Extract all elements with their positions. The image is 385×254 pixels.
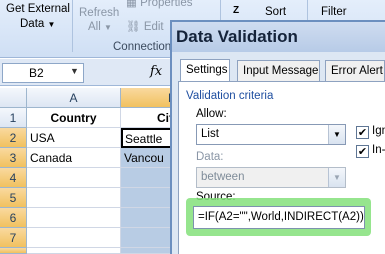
connections-group-label: Connection bbox=[113, 41, 172, 53]
data-label: Data: bbox=[196, 151, 224, 163]
filter-button[interactable]: Filter bbox=[321, 6, 347, 18]
source-input[interactable]: =IF(A2="",World,INDIRECT(A2)) bbox=[193, 206, 365, 229]
row-header-3[interactable]: 3 bbox=[0, 148, 27, 168]
dialog-title[interactable]: Data Validation bbox=[172, 22, 385, 52]
insert-function-button[interactable]: fx bbox=[150, 64, 162, 79]
cell-a2[interactable]: USA bbox=[27, 128, 121, 148]
allow-select[interactable]: List ▼ bbox=[196, 124, 346, 145]
properties-button[interactable]: ▦ Properties bbox=[126, 0, 193, 9]
in-cell-dropdown-checkbox[interactable]: ✔ bbox=[356, 145, 369, 158]
get-external-data-button[interactable]: Get External bbox=[6, 3, 70, 15]
row-header-6[interactable]: 6 bbox=[0, 208, 27, 228]
cell-a5[interactable] bbox=[27, 188, 121, 208]
column-header-a[interactable]: A bbox=[27, 88, 121, 108]
sort-button[interactable]: Sort bbox=[265, 6, 286, 18]
edit-links-icon: ⛓ bbox=[126, 21, 141, 33]
tab-error-alert[interactable]: Error Alert bbox=[325, 60, 385, 81]
in-cell-dropdown-label: In- bbox=[372, 144, 385, 156]
chevron-down-icon: ▼ bbox=[328, 168, 345, 187]
data-select: between ▼ bbox=[196, 167, 346, 188]
select-all-corner[interactable] bbox=[0, 88, 27, 108]
row-header-5[interactable]: 5 bbox=[0, 188, 27, 208]
chevron-down-icon: ▼ bbox=[47, 20, 56, 29]
chevron-down-icon[interactable]: ▼ bbox=[328, 125, 345, 144]
cell-a1[interactable]: Country bbox=[27, 108, 121, 128]
ignore-blank-checkbox[interactable]: ✔ bbox=[356, 126, 369, 139]
tab-settings[interactable]: Settings bbox=[180, 59, 230, 82]
chevron-down-icon[interactable]: ▼ bbox=[70, 66, 79, 76]
ignore-blank-label: Ign bbox=[372, 125, 385, 137]
tab-input-message[interactable]: Input Message bbox=[237, 60, 320, 81]
cell-a3[interactable]: Canada bbox=[27, 148, 121, 168]
row-header-2[interactable]: 2 bbox=[0, 128, 27, 148]
properties-icon: ▦ bbox=[126, 0, 137, 9]
refresh-all-button[interactable]: Refresh bbox=[79, 7, 119, 19]
cell-a4[interactable] bbox=[27, 168, 121, 188]
chevron-down-icon: ▼ bbox=[103, 23, 112, 32]
sort-az-icon[interactable]: Z bbox=[233, 5, 239, 16]
row-header-4[interactable]: 4 bbox=[0, 168, 27, 188]
refresh-all-label[interactable]: All ▼ bbox=[88, 21, 112, 33]
cell-a6[interactable] bbox=[27, 208, 121, 228]
cell-a8[interactable] bbox=[27, 248, 121, 254]
get-external-data-label[interactable]: Data ▼ bbox=[20, 18, 55, 30]
validation-criteria-heading: Validation criteria bbox=[186, 90, 274, 102]
cell-a7[interactable] bbox=[27, 228, 121, 248]
row-header-8[interactable] bbox=[0, 248, 27, 254]
edit-links-button[interactable]: ⛓ Edit bbox=[126, 19, 164, 33]
row-header-1[interactable]: 1 bbox=[0, 108, 27, 128]
row-header-7[interactable]: 7 bbox=[0, 228, 27, 248]
allow-label: Allow: bbox=[196, 108, 227, 120]
